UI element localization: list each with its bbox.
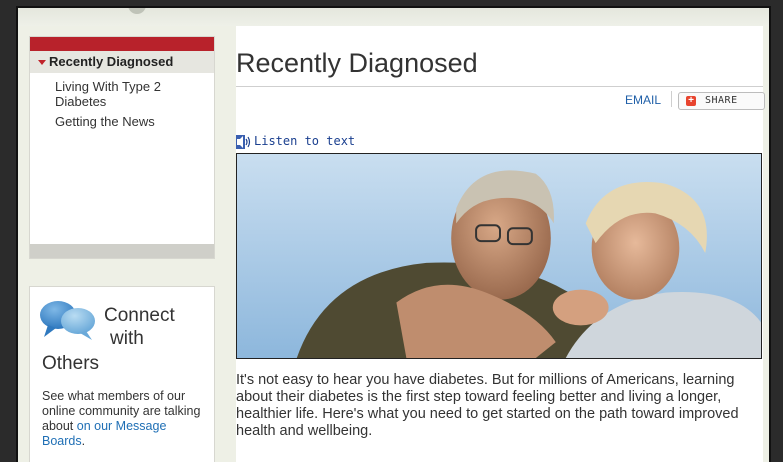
nav-item-recently-diagnosed[interactable]: Recently Diagnosed	[30, 51, 214, 73]
share-button[interactable]: + SHARE	[678, 92, 765, 110]
connect-description: See what members of our online community…	[42, 389, 212, 449]
nav-item-getting-the-news[interactable]: Getting the News	[55, 114, 205, 129]
logo-fragment	[128, 8, 146, 14]
connect-with-others-box: Connect with Others See what members of …	[29, 286, 215, 462]
couple-photo	[236, 153, 762, 359]
nav-item-living-with-type-2-diabetes[interactable]: Living With Type 2 Diabetes	[55, 79, 205, 109]
nav-list: Living With Type 2 Diabetes Getting the …	[55, 79, 205, 134]
nav-footer-bar	[30, 244, 214, 258]
connect-title-line3: Others	[42, 353, 100, 374]
nav-accent-bar	[30, 37, 214, 51]
content-area: Recently Diagnosed Living With Type 2 Di…	[18, 26, 769, 462]
listen-to-text-link[interactable]: Listen to text	[236, 134, 355, 149]
page-frame: Recently Diagnosed Living With Type 2 Di…	[16, 6, 771, 462]
title-divider	[236, 86, 763, 87]
email-link[interactable]: EMAIL	[625, 93, 661, 107]
connect-title-line1: Connect	[104, 305, 175, 326]
intro-paragraph: It's not easy to hear you have diabetes.…	[236, 372, 739, 439]
connect-title-line2: with	[110, 328, 144, 349]
section-nav: Recently Diagnosed Living With Type 2 Di…	[29, 36, 215, 259]
main-content: Recently Diagnosed EMAIL + SHARE Listen …	[236, 26, 765, 462]
top-header-strip	[18, 8, 769, 27]
chat-bubbles-icon	[40, 301, 95, 340]
page-title: Recently Diagnosed	[236, 48, 478, 78]
listen-label: Listen to text	[254, 134, 356, 148]
connect-desc-suffix: .	[81, 434, 86, 448]
plus-icon: +	[686, 96, 696, 106]
action-separator	[671, 91, 672, 107]
nav-item-label: Recently Diagnosed	[49, 54, 174, 69]
caret-down-icon	[38, 60, 46, 65]
share-label: SHARE	[705, 95, 738, 106]
speaker-icon	[236, 134, 251, 149]
